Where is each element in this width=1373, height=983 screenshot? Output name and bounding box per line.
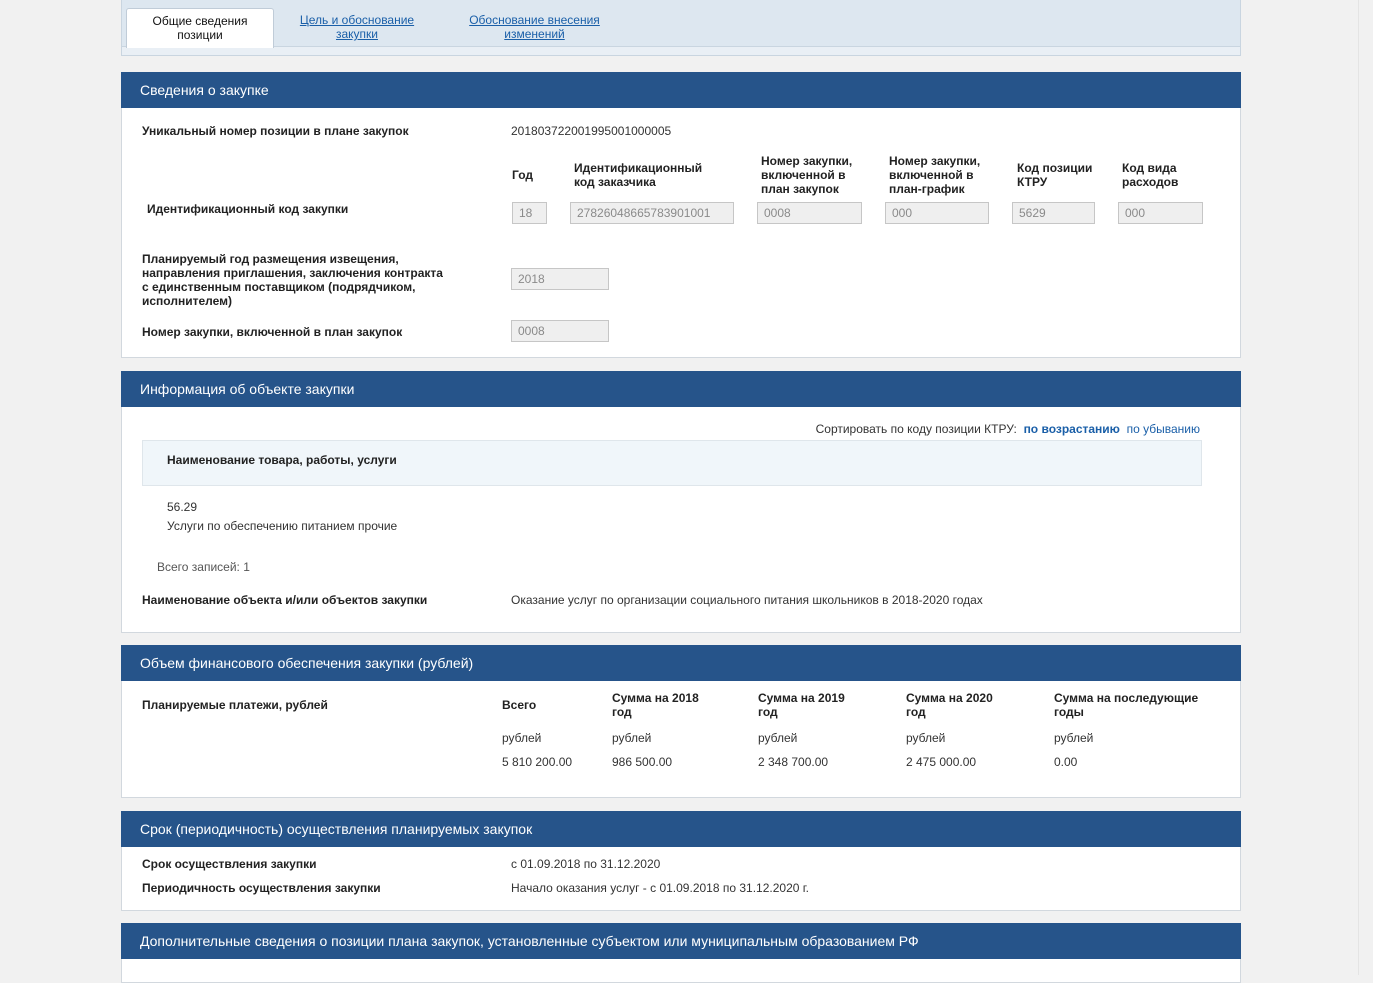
sort-desc-link[interactable]: по убыванию	[1127, 422, 1200, 436]
panel-title: Сведения о закупке	[121, 72, 1241, 108]
unit-total: рублей	[502, 731, 542, 745]
col-header-total: Всего	[502, 698, 537, 712]
tab-general-info[interactable]: Общие сведения позиции	[126, 8, 274, 48]
panel-title: Объем финансового обеспечения закупки (р…	[121, 645, 1241, 681]
value-2018: 986 500.00	[612, 755, 673, 769]
value-2019: 2 348 700.00	[758, 755, 829, 769]
customer-code-field[interactable]: 27826048665783901001	[570, 202, 734, 224]
value-total: 5 810 200.00	[502, 755, 573, 769]
col-header-expense-code: Код вида расходов	[1122, 161, 1179, 189]
page-scrollbar[interactable]	[1358, 0, 1373, 975]
unit-2019: рублей	[758, 731, 798, 745]
col-header-2019: Сумма на 2019 год	[758, 691, 845, 719]
sort-asc-link[interactable]: по возрастанию	[1024, 422, 1120, 436]
tab-change-reason[interactable]: Обоснование внесения изменений	[452, 8, 617, 46]
schedule-number-field[interactable]: 000	[885, 202, 989, 224]
unique-number-value: 201803722001995001000005	[511, 124, 672, 138]
term-panel: Срок (периодичность) осуществления плани…	[121, 811, 1241, 911]
expense-code-field[interactable]: 000	[1118, 202, 1203, 224]
tabs-container: Общие сведения позиции Цель и обосновани…	[121, 0, 1241, 56]
col-header-ktru-code: Код позиции КТРУ	[1017, 161, 1093, 189]
unique-number-label: Уникальный номер позиции в плане закупок	[142, 124, 409, 138]
col-header-later: Сумма на последующие годы	[1054, 691, 1199, 719]
planned-year-label: Планируемый год размещения извещения, на…	[142, 252, 443, 308]
total-records: Всего записей: 1	[157, 560, 250, 574]
period-label: Периодичность осуществления закупки	[142, 881, 381, 895]
year-field[interactable]: 18	[512, 202, 547, 224]
panel-title: Срок (периодичность) осуществления плани…	[121, 811, 1241, 847]
panel-title: Дополнительные сведения о позиции плана …	[121, 923, 1241, 959]
table-header: Наименование товара, работы, услуги	[142, 440, 1202, 486]
ktru-code-field[interactable]: 5629	[1012, 202, 1095, 224]
value-2020: 2 475 000.00	[906, 755, 977, 769]
unit-later: рублей	[1054, 731, 1094, 745]
term-value: с 01.09.2018 по 31.12.2020	[511, 857, 661, 871]
item-code: 56.29	[167, 500, 198, 514]
value-later: 0.00	[1054, 755, 1078, 769]
plan-number-field[interactable]: 0008	[757, 202, 862, 224]
tab-purpose[interactable]: Цель и обоснование закупки	[282, 8, 432, 46]
additional-info-panel: Дополнительные сведения о позиции плана …	[121, 923, 1241, 983]
sort-label: Сортировать по коду позиции КТРУ:	[815, 422, 1017, 436]
item-name: Услуги по обеспечению питанием прочие	[167, 519, 398, 533]
col-header-schedule-number: Номер закупки, включенной в план-график	[889, 154, 981, 196]
term-label: Срок осуществления закупки	[142, 857, 317, 871]
col-header-year: Год	[512, 168, 533, 182]
unit-2020: рублей	[906, 731, 946, 745]
plan-number-label: Номер закупки, включенной в план закупок	[142, 325, 403, 339]
period-value: Начало оказания услуг - с 01.09.2018 по …	[511, 881, 809, 895]
plan-number-field-2[interactable]: 0008	[511, 320, 609, 342]
tabs-bar: Общие сведения позиции Цель и обосновани…	[121, 0, 1241, 56]
table-header-name: Наименование товара, работы, услуги	[167, 453, 397, 467]
col-header-2018: Сумма на 2018 год	[612, 691, 699, 719]
panel-title: Информация об объекте закупки	[121, 371, 1241, 407]
unit-2018: рублей	[612, 731, 652, 745]
payments-label: Планируемые платежи, рублей	[142, 698, 328, 712]
planned-year-field[interactable]: 2018	[511, 268, 609, 290]
purchase-info-panel: Сведения о закупке Уникальный номер пози…	[121, 72, 1241, 358]
col-header-2020: Сумма на 2020 год	[906, 691, 993, 719]
id-code-label: Идентификационный код закупки	[147, 202, 349, 216]
object-value: Оказание услуг по организации социальног…	[511, 593, 983, 607]
sort-controls: Сортировать по коду позиции КТРУ: по воз…	[816, 422, 1200, 436]
col-header-plan-number: Номер закупки, включенной в план закупок	[761, 154, 853, 196]
object-label: Наименование объекта и/или объектов заку…	[142, 593, 428, 607]
object-info-panel: Информация об объекте закупки Сортироват…	[121, 371, 1241, 633]
finance-panel: Объем финансового обеспечения закупки (р…	[121, 645, 1241, 798]
col-header-customer-code: Идентификационный код заказчика	[574, 161, 703, 189]
